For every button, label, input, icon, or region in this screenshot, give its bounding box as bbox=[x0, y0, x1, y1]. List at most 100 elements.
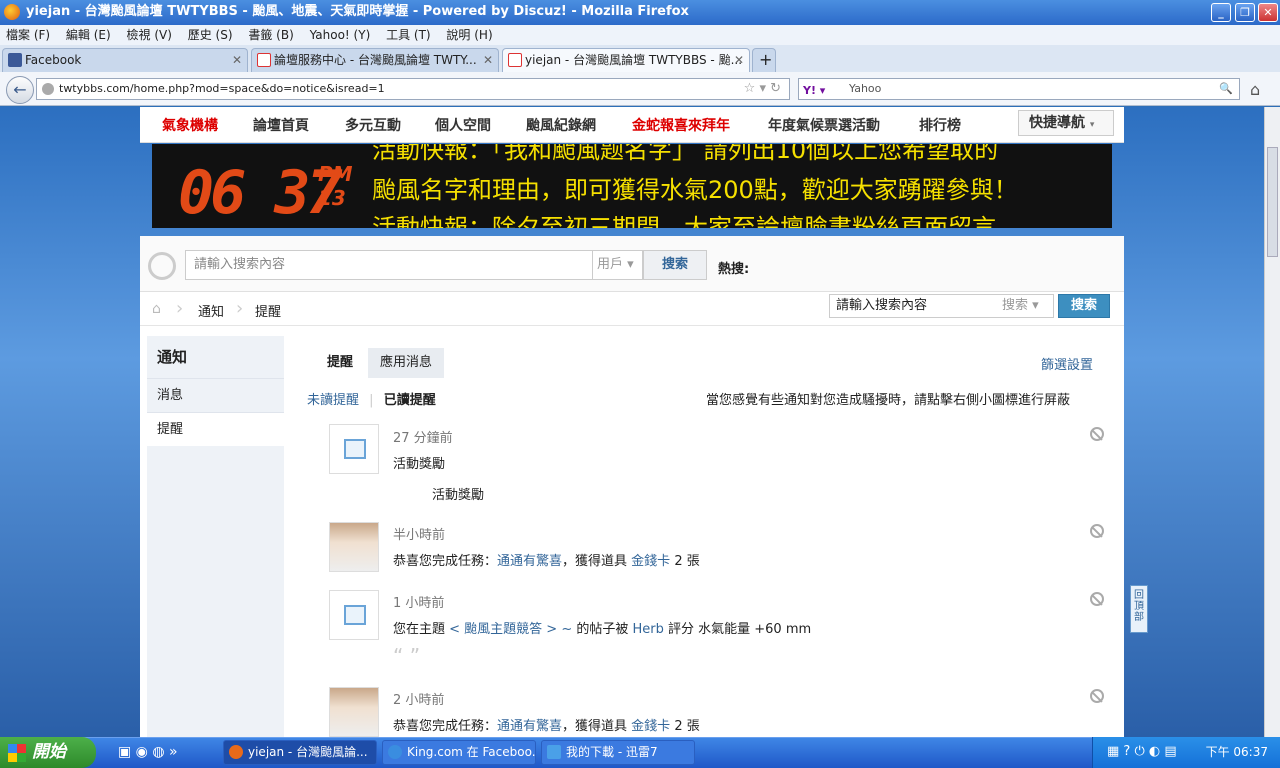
thread-link[interactable]: < 颱風主題競答 > ~ bbox=[449, 622, 572, 637]
close-button[interactable]: ✕ bbox=[1258, 3, 1278, 22]
tab-yiejan[interactable]: yiejan - 台灣颱風論壇 TWTYBBS - 颱... ✕ bbox=[502, 48, 750, 72]
back-button[interactable]: ← bbox=[6, 76, 34, 104]
notice-time: 27 分鐘前 bbox=[393, 431, 453, 446]
windows-logo-icon bbox=[8, 744, 26, 762]
chevron-down-icon: ▾ bbox=[1089, 120, 1095, 130]
nav-new-year[interactable]: 金蛇報喜來拜年 bbox=[632, 115, 730, 135]
search-box[interactable]: Y! ▾ Yahoo 🔍 bbox=[798, 78, 1240, 100]
banner-ampm: PM 13 bbox=[318, 162, 353, 210]
twtybbs-icon bbox=[508, 53, 522, 67]
notice-time: 半小時前 bbox=[393, 528, 446, 543]
menu-file[interactable]: 檔案 (F) bbox=[0, 25, 56, 45]
user-link[interactable]: Herb bbox=[632, 622, 663, 637]
filter-settings-link[interactable]: 篩選設置 bbox=[1041, 354, 1093, 373]
facebook-icon bbox=[8, 53, 22, 67]
new-tab-button[interactable]: + bbox=[752, 48, 776, 72]
avatar[interactable] bbox=[329, 522, 379, 572]
taskbar-item-firefox[interactable]: yiejan - 台灣颱風論... bbox=[223, 740, 377, 765]
thunder-icon bbox=[547, 745, 561, 759]
block-notice-icon[interactable] bbox=[1090, 427, 1104, 441]
back-to-top-button[interactable]: 回頂部 bbox=[1130, 585, 1148, 633]
start-button[interactable]: 開始 bbox=[0, 737, 96, 768]
unread-reminders-link[interactable]: 未讀提醒 bbox=[307, 393, 359, 408]
item-link[interactable]: 金錢卡 bbox=[631, 554, 670, 569]
menu-bar: 檔案 (F) 編輯 (E) 檢視 (V) 歷史 (S) 書籤 (B) Yahoo… bbox=[0, 25, 1280, 45]
quote-marks: “ ” bbox=[393, 644, 421, 668]
task-link[interactable]: 通通有驚喜 bbox=[497, 554, 562, 569]
ie-icon bbox=[388, 745, 402, 759]
globe-icon bbox=[42, 83, 54, 95]
vertical-scrollbar[interactable] bbox=[1264, 107, 1280, 737]
window-titlebar: yiejan - 台灣颱風論壇 TWTYBBS - 颱風、地震、天氣即時掌握 -… bbox=[0, 0, 1280, 25]
notice-time: 1 小時前 bbox=[393, 596, 445, 611]
notice-subtext: 活動獎勵 bbox=[432, 488, 485, 503]
notice-text: 恭喜您完成任務：通通有驚喜，獲得道具 金錢卡 2 張 bbox=[393, 554, 700, 569]
system-notice-icon bbox=[329, 424, 379, 474]
breadcrumb-search-type[interactable]: 搜索 ▾ bbox=[998, 294, 1054, 318]
breadcrumb-notice[interactable]: 通知 bbox=[198, 301, 224, 320]
avatar[interactable] bbox=[329, 687, 379, 737]
nav-interaction[interactable]: 多元互動 bbox=[345, 115, 401, 135]
search-type-select[interactable]: 用戶 ▾ bbox=[593, 250, 643, 280]
block-notice-icon[interactable] bbox=[1090, 689, 1104, 703]
site-navigation: 氣象機構 論壇首頁 多元互動 個人空間 颱風紀錄網 金蛇報喜來拜年 年度氣候票選… bbox=[140, 107, 1124, 143]
block-notice-icon[interactable] bbox=[1090, 524, 1104, 538]
sidebar-item-reminders[interactable]: 提醒 bbox=[147, 412, 284, 446]
sidebar-item-messages[interactable]: 消息 bbox=[147, 378, 284, 412]
nav-personal-space[interactable]: 個人空間 bbox=[435, 115, 491, 135]
nav-forum-home[interactable]: 論壇首頁 bbox=[253, 115, 309, 135]
firefox-icon bbox=[229, 745, 243, 759]
read-reminders-link[interactable]: 已讀提醒 bbox=[384, 393, 436, 408]
banner-clock: 06 37 bbox=[178, 158, 343, 228]
breadcrumb-reminder[interactable]: 提醒 bbox=[255, 301, 281, 320]
menu-help[interactable]: 說明 (H) bbox=[440, 25, 498, 45]
banner-text-2: 颱風名字和理由，即可獲得水氣200點，歡迎大家踴躍參與！ bbox=[372, 176, 1018, 204]
minimize-button[interactable]: _ bbox=[1211, 3, 1231, 22]
menu-view[interactable]: 檢視 (V) bbox=[121, 25, 178, 45]
restore-button[interactable]: ❐ bbox=[1235, 3, 1255, 22]
star-icon[interactable]: ☆ ▾ ↻ bbox=[744, 79, 781, 99]
item-link[interactable]: 金錢卡 bbox=[631, 719, 670, 734]
block-hint: 當您感覺有些通知對您造成騷擾時，請點擊右側小圖標進行屏蔽 bbox=[706, 393, 1071, 408]
menu-tools[interactable]: 工具 (T) bbox=[380, 25, 437, 45]
window-title: yiejan - 台灣颱風論壇 TWTYBBS - 颱風、地震、天氣即時掌握 -… bbox=[26, 4, 689, 19]
nav-typhoon-records[interactable]: 颱風紀錄網 bbox=[526, 115, 596, 135]
nav-climate-vote[interactable]: 年度氣候票選活動 bbox=[768, 115, 880, 135]
system-tray: ▦ ? ⏻ ◐ ▤ 下午 06:37 bbox=[1092, 737, 1280, 768]
close-tab-icon[interactable]: ✕ bbox=[232, 49, 242, 71]
menu-bookmarks[interactable]: 書籤 (B) bbox=[242, 25, 299, 45]
close-tab-icon[interactable]: ✕ bbox=[483, 49, 493, 71]
search-button[interactable]: 搜索 bbox=[643, 250, 707, 280]
task-link[interactable]: 通通有驚喜 bbox=[497, 719, 562, 734]
tab-facebook[interactable]: Facebook ✕ bbox=[2, 48, 248, 72]
quick-launch-icons[interactable]: ▣ ◉ ◍ » bbox=[118, 744, 178, 760]
address-bar[interactable]: twtybbs.com/home.php?mod=space&do=notice… bbox=[36, 78, 790, 100]
search-icon[interactable]: 🔍 bbox=[1219, 79, 1233, 99]
notice-time: 2 小時前 bbox=[393, 693, 445, 708]
tab-reminders[interactable]: 提醒 bbox=[314, 348, 366, 378]
menu-history[interactable]: 歷史 (S) bbox=[182, 25, 239, 45]
notice-text: 活動獎勵 bbox=[393, 457, 446, 472]
tab-app-messages[interactable]: 應用消息 bbox=[368, 348, 444, 378]
breadcrumb-search-button[interactable]: 搜索 bbox=[1058, 294, 1110, 318]
tray-icons[interactable]: ▦ ? ⏻ ◐ ▤ bbox=[1107, 737, 1177, 767]
home-icon[interactable]: ⌂ bbox=[1250, 80, 1260, 99]
menu-yahoo[interactable]: Yahoo! (Y) bbox=[304, 25, 377, 45]
menu-edit[interactable]: 編輯 (E) bbox=[60, 25, 117, 45]
taskbar-item-ie[interactable]: King.com 在 Faceboo... bbox=[382, 740, 536, 765]
tab-service-center[interactable]: 論壇服務中心 - 台灣颱風論壇 TWTY... ✕ bbox=[251, 48, 499, 72]
tab-strip: Facebook ✕ 論壇服務中心 - 台灣颱風論壇 TWTY... ✕ yieja… bbox=[0, 45, 1280, 72]
quick-nav-button[interactable]: 快捷導航 ▾ bbox=[1018, 110, 1114, 136]
nav-ranking[interactable]: 排行榜 bbox=[919, 115, 961, 135]
notice-text: 恭喜您完成任務：通通有驚喜，獲得道具 金錢卡 2 張 bbox=[393, 719, 700, 734]
home-icon[interactable]: ⌂ bbox=[152, 301, 161, 317]
breadcrumb-search-input[interactable]: 請輸入搜索內容 bbox=[829, 294, 999, 318]
search-icon bbox=[148, 252, 176, 280]
taskbar-item-thunder[interactable]: 我的下載 - 迅雷7 bbox=[541, 740, 695, 765]
close-tab-icon[interactable]: ✕ bbox=[734, 49, 744, 71]
search-input[interactable]: 請輸入搜索內容 bbox=[185, 250, 593, 280]
notice-text: 您在主題 < 颱風主題競答 > ~ 的帖子被 Herb 評分 水氣能量 +60 … bbox=[393, 622, 812, 637]
block-notice-icon[interactable] bbox=[1090, 592, 1104, 606]
nav-weather-agencies[interactable]: 氣象機構 bbox=[162, 115, 218, 135]
scrollbar-thumb[interactable] bbox=[1267, 147, 1278, 257]
